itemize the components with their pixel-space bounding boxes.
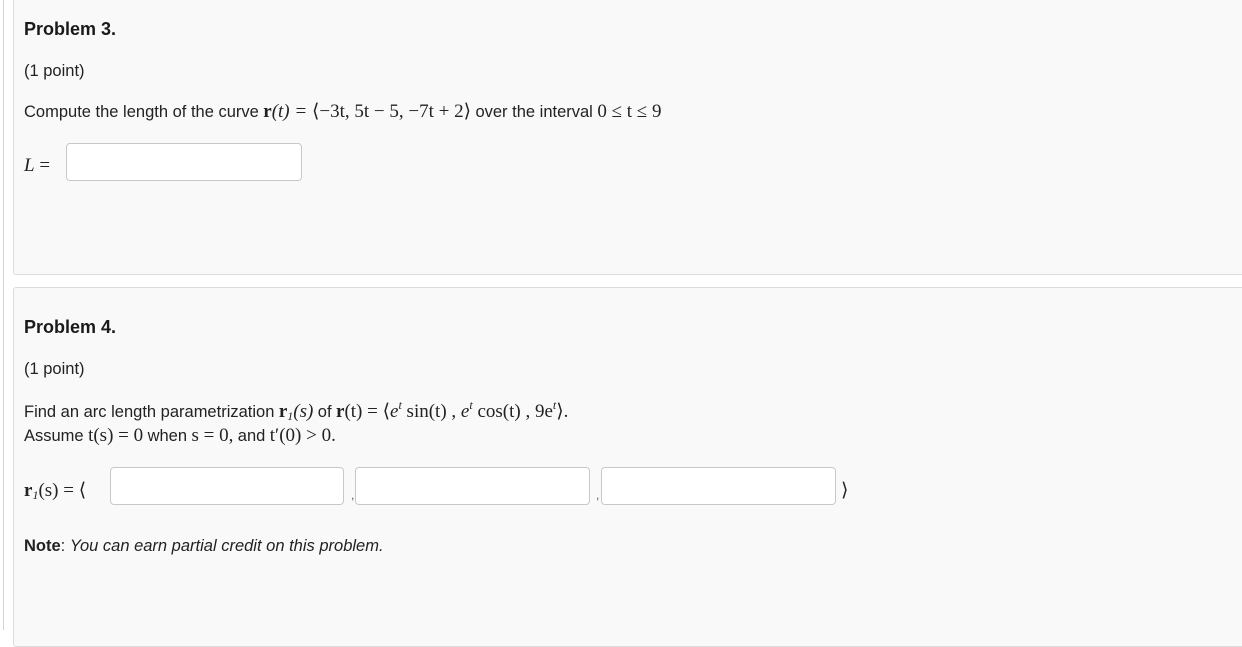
problem-4-card: Problem 4. (1 point) Find an arc length …: [13, 287, 1242, 647]
problem-3-prompt-mid: over the interval: [475, 103, 593, 121]
condition-t-prime: t′(0) > 0.: [269, 425, 336, 446]
condition-t-of-s: t(s) = 0: [88, 425, 144, 446]
problem-4-prompt-line-2: Assume t(s) = 0 when s = 0, and t′(0) > …: [24, 425, 336, 447]
partial-credit-note: Note: You can earn partial credit on thi…: [24, 537, 384, 556]
problem-3-prompt-prefix: Compute the length of the curve: [24, 103, 259, 121]
problem-3-prompt: Compute the length of the curve r(t) = ⟨…: [24, 100, 661, 123]
problem-3-card: Problem 3. (1 point) Compute the length …: [13, 0, 1242, 275]
page-left-border: [3, 0, 4, 630]
curve-expression: ⟨−3t, 5t − 5, −7t + 2⟩: [311, 101, 471, 122]
r1-of-s: r1(s): [278, 401, 314, 423]
problem-4-prompt-line-1: Find an arc length parametrization r1(s)…: [24, 398, 569, 423]
problem-3-interval: 0 ≤ t ≤ 9: [597, 101, 662, 122]
problem-4-points: (1 point): [24, 360, 85, 378]
prompt-when: when: [147, 427, 188, 445]
problem-4-title: Problem 4.: [24, 317, 117, 337]
note-text: You can earn partial credit on this prob…: [69, 537, 384, 555]
prompt-assume: Assume: [24, 427, 84, 445]
note-label: Note: [24, 537, 61, 555]
prompt-prefix: Find an arc length parametrization: [24, 403, 275, 421]
condition-s-zero: s = 0,: [191, 425, 234, 446]
problem-3-title: Problem 3.: [24, 19, 117, 39]
length-variable: L: [24, 155, 35, 176]
closing-angle-bracket: ⟩: [841, 480, 849, 501]
prompt-of: of: [317, 403, 332, 421]
component-separator-1: ,: [351, 488, 355, 502]
length-answer-label: L =: [24, 155, 50, 177]
prompt-and: and: [237, 427, 266, 445]
curve-r-symbol: r: [263, 101, 272, 122]
note-colon: :: [60, 537, 66, 555]
length-answer-input[interactable]: [66, 143, 302, 181]
r1-component-1-input[interactable]: [110, 467, 344, 505]
r1-component-2-input[interactable]: [355, 467, 590, 505]
curve-arg: (t) =: [271, 101, 308, 122]
r1-answer-label: r1(s) = ⟨: [24, 480, 87, 502]
curve-r-of-t: r(t) = ⟨et sin(t) , et cos(t) , 9et⟩.: [336, 398, 569, 422]
problem-3-points: (1 point): [24, 62, 85, 80]
length-equals: =: [39, 155, 51, 176]
r1-component-3-input[interactable]: [601, 467, 836, 505]
problem-3-curve: r(t) = ⟨−3t, 5t − 5, −7t + 2⟩: [263, 101, 471, 122]
component-separator-2: ,: [596, 488, 600, 502]
